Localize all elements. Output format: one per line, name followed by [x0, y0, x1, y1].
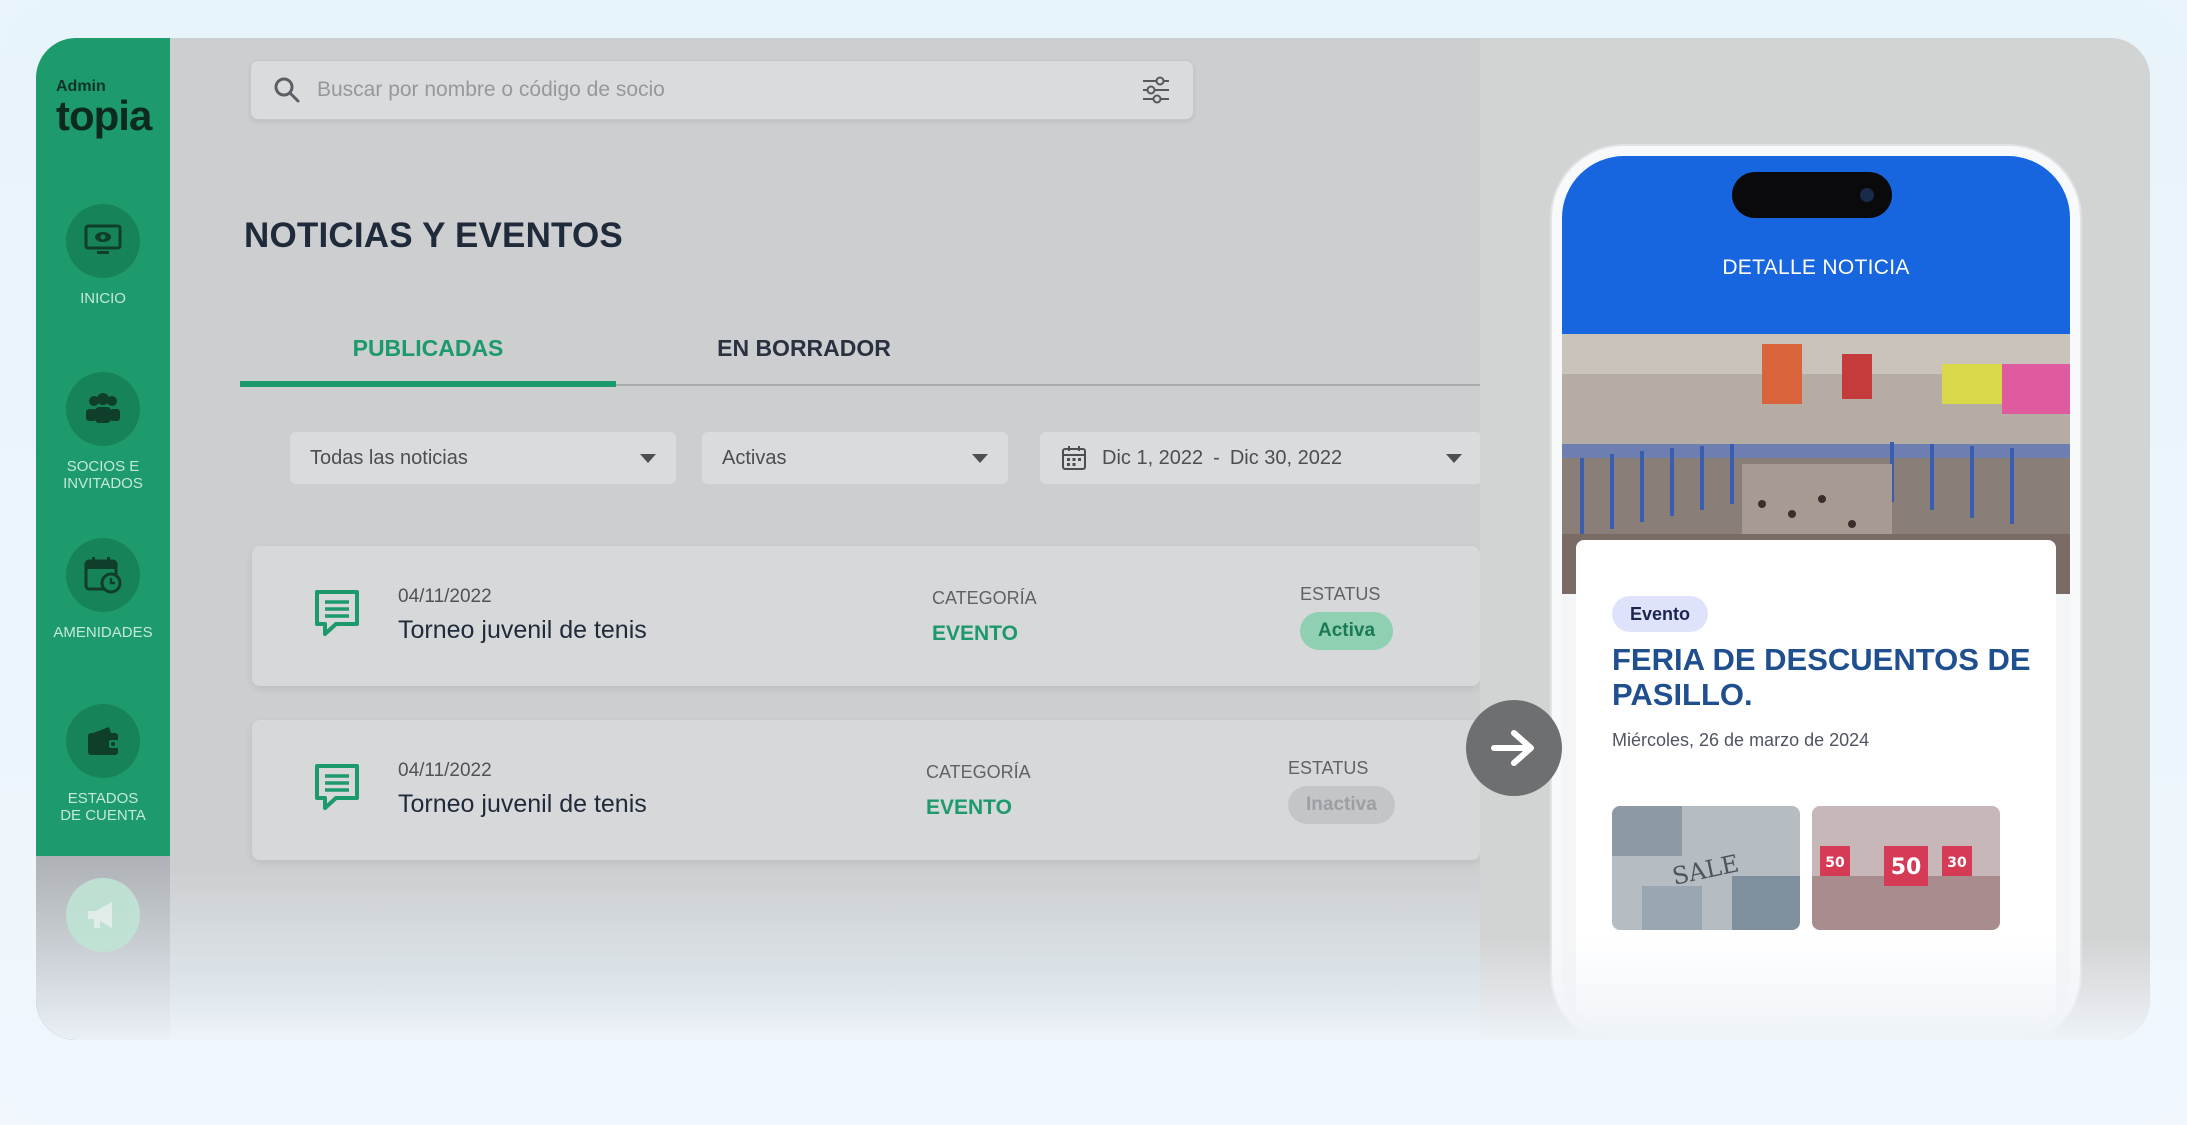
- news-date: 04/11/2022: [398, 760, 492, 781]
- status-value: Activas: [722, 446, 787, 469]
- showcase-card: Admin topia INICIO SOCIOS E INVITADOS AM…: [36, 38, 2150, 1040]
- phone-screen-title: DETALLE NOTICIA: [1722, 256, 1910, 279]
- sidebar-item-label: SOCIOS E INVITADOS: [63, 458, 143, 492]
- category-tag: Evento: [1612, 596, 1709, 632]
- date-separator: -: [1213, 446, 1220, 469]
- wallet-icon: [66, 704, 140, 778]
- next-arrow-button[interactable]: [1466, 700, 1562, 796]
- main-content: Buscar por nombre o código de socio NOTI…: [170, 38, 1482, 1040]
- news-title: Torneo juvenil de tenis: [398, 790, 647, 818]
- users-icon: [66, 372, 140, 446]
- date-range-picker[interactable]: Dic 1, 2022 - Dic 30, 2022: [1040, 432, 1482, 484]
- sidebar: Admin topia INICIO SOCIOS E INVITADOS AM…: [36, 38, 170, 1040]
- message-icon: [315, 764, 359, 810]
- logo-topia-text: topia: [56, 92, 152, 139]
- news-type-value: Todas las noticias: [310, 446, 468, 469]
- news-detail-date: Miércoles, 26 de marzo de 2024: [1612, 730, 1870, 750]
- store-sale-thumbnail[interactable]: 50 50 30: [1812, 806, 2000, 930]
- news-row[interactable]: 04/11/2022 Torneo juvenil de tenis CATEG…: [252, 720, 1480, 860]
- news-row[interactable]: 04/11/2022 Torneo juvenil de tenis CATEG…: [252, 546, 1480, 686]
- sidebar-item-label: AMENIDADES: [53, 624, 153, 641]
- sidebar-item-estados[interactable]: ESTADOS DE CUENTA: [36, 704, 170, 824]
- status-badge: Inactiva: [1288, 786, 1395, 824]
- megaphone-icon: [66, 878, 140, 952]
- date-end: Dic 30, 2022: [1229, 446, 1343, 469]
- search-icon: [274, 77, 300, 103]
- news-title: Torneo juvenil de tenis: [398, 616, 647, 644]
- calendar-icon: [1062, 446, 1086, 470]
- bottom-fade: [170, 868, 1480, 1040]
- svg-text:50: 50: [1891, 855, 1922, 880]
- phone-header: DETALLE NOTICIA: [1562, 156, 2070, 346]
- sidebar-item-amenidades[interactable]: AMENIDADES: [36, 538, 170, 641]
- tab-en-borrador[interactable]: EN BORRADOR: [616, 326, 992, 386]
- dynamic-island: [1732, 172, 1892, 218]
- message-icon: [315, 590, 359, 636]
- news-date: 04/11/2022: [398, 586, 492, 607]
- page-title: NOTICIAS Y EVENTOS: [244, 216, 623, 255]
- news-type-select[interactable]: Todas las noticias: [290, 432, 676, 484]
- sidebar-item-label: INICIO: [80, 290, 126, 307]
- search-bar[interactable]: Buscar por nombre o código de socio: [250, 60, 1194, 120]
- status-select[interactable]: Activas: [702, 432, 1008, 484]
- date-start: Dic 1, 2022: [1102, 446, 1204, 469]
- status-label: ESTATUS: [1300, 584, 1381, 604]
- category-value: EVENTO: [932, 622, 1018, 645]
- svg-text:30: 30: [1947, 855, 1967, 871]
- filter-sliders-icon[interactable]: [1141, 76, 1171, 104]
- chevron-down-icon: [1446, 454, 1462, 463]
- sidebar-item-comunicados[interactable]: [36, 856, 170, 1040]
- arrow-right-icon: [1491, 730, 1534, 766]
- sale-jeans-thumbnail[interactable]: SALE: [1612, 806, 1800, 930]
- search-input[interactable]: Buscar por nombre o código de socio: [317, 78, 1141, 102]
- category-label: CATEGORÍA: [932, 588, 1037, 608]
- phone-preview-panel: DETALLE NOTICIA Evento FERIA DE DESCUENT…: [1480, 38, 2150, 1040]
- chevron-down-icon: [640, 454, 656, 463]
- category-label: CATEGORÍA: [926, 762, 1031, 782]
- sidebar-item-label: ESTADOS DE CUENTA: [60, 790, 146, 824]
- sidebar-item-inicio[interactable]: INICIO: [36, 204, 170, 307]
- phone-mockup: DETALLE NOTICIA Evento FERIA DE DESCUENT…: [1552, 146, 2080, 1040]
- calendar-clock-icon: [66, 538, 140, 612]
- chevron-down-icon: [972, 454, 988, 463]
- svg-text:50: 50: [1825, 855, 1845, 871]
- category-value: EVENTO: [926, 796, 1012, 819]
- monitor-icon: [66, 204, 140, 278]
- status-badge: Activa: [1300, 612, 1394, 650]
- sidebar-item-socios[interactable]: SOCIOS E INVITADOS: [36, 372, 170, 492]
- tab-publicadas[interactable]: PUBLICADAS: [240, 326, 616, 387]
- camera-icon: [1860, 188, 1874, 202]
- app-logo[interactable]: Admin topia: [56, 78, 152, 139]
- tabs: PUBLICADAS EN BORRADOR: [240, 326, 1480, 387]
- status-label: ESTATUS: [1288, 758, 1369, 778]
- bottom-fade: [1480, 938, 2150, 1040]
- news-detail-title: FERIA DE DESCUENTOS DE PASILLO.: [1612, 642, 2031, 712]
